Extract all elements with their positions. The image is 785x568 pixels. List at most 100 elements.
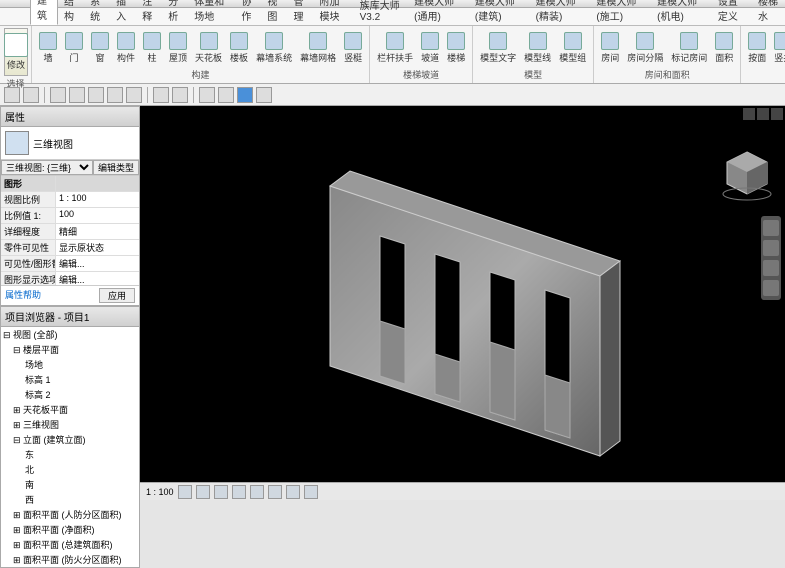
tree-item[interactable]: ⊞ 面积平面 (净面积) (1, 522, 139, 537)
open-button-1[interactable]: 竖井 (771, 30, 785, 66)
build-button-7[interactable]: 楼板 (227, 30, 251, 66)
tab-massing[interactable]: 体量和场地 (188, 0, 235, 25)
sb-reveal-icon[interactable] (304, 485, 318, 499)
qb-btn[interactable] (237, 87, 253, 103)
circ-button-1[interactable]: 坡道 (418, 30, 442, 66)
tab-family[interactable]: 族库大师V3.2 (354, 0, 409, 25)
steering-wheel-icon[interactable] (763, 220, 779, 236)
room-button-2[interactable]: 标记房间 (668, 30, 710, 66)
orbit-icon[interactable] (763, 280, 779, 296)
model-button-1[interactable]: 模型线 (521, 30, 554, 66)
build-button-4[interactable]: 柱 (140, 30, 164, 66)
sb-visual-icon[interactable] (196, 485, 210, 499)
qb-btn[interactable] (172, 87, 188, 103)
tree-item[interactable]: ⊟ 楼层平面 (1, 342, 139, 357)
close-icon[interactable] (771, 108, 783, 120)
modify-button[interactable]: 修改 (4, 28, 28, 76)
tree-item[interactable]: 标高 1 (1, 372, 139, 387)
qb-btn[interactable] (4, 87, 20, 103)
tab-systems[interactable]: 系统 (84, 0, 110, 25)
build-button-10[interactable]: 竖梃 (341, 30, 365, 66)
sb-detail-icon[interactable] (178, 485, 192, 499)
tab-bm4[interactable]: 建模大师 (施工) (590, 0, 651, 25)
prop-value[interactable]: 显示原状态 (56, 240, 139, 255)
sb-sun-icon[interactable] (214, 485, 228, 499)
viewport-3d[interactable]: 1 : 100 (140, 106, 785, 500)
qb-btn[interactable] (126, 87, 142, 103)
circ-button-2[interactable]: 楼梯 (444, 30, 468, 66)
build-button-9[interactable]: 幕墙网格 (297, 30, 339, 66)
qb-btn[interactable] (107, 87, 123, 103)
apply-button[interactable]: 应用 (99, 288, 135, 303)
qb-btn[interactable] (153, 87, 169, 103)
maximize-icon[interactable] (757, 108, 769, 120)
tree-item[interactable]: 标高 2 (1, 387, 139, 402)
prop-value[interactable]: 编辑... (56, 256, 139, 271)
prop-value[interactable]: 1 : 100 (56, 192, 139, 207)
prop-value[interactable]: 100 (56, 208, 139, 223)
sb-render-icon[interactable] (250, 485, 264, 499)
build-button-2[interactable]: 窗 (88, 30, 112, 66)
tree-item[interactable]: 场地 (1, 357, 139, 372)
prop-value[interactable]: 编辑... (56, 272, 139, 285)
tree-item[interactable]: ⊞ 面积平面 (总建筑面积) (1, 537, 139, 552)
tab-bm1[interactable]: 建模大师 (通用) (408, 0, 469, 25)
tab-stair[interactable]: 楼梯水 (752, 0, 785, 25)
tab-view[interactable]: 视图 (261, 0, 287, 25)
build-button-3[interactable]: 构件 (114, 30, 138, 66)
edit-type-button[interactable]: 编辑类型 (93, 160, 139, 175)
tree-item[interactable]: ⊟ 立面 (建筑立面) (1, 432, 139, 447)
tab-insert[interactable]: 插入 (110, 0, 136, 25)
view-cube[interactable] (719, 146, 775, 202)
tree-item[interactable]: ⊞ 面积平面 (人防分区面积) (1, 507, 139, 522)
sb-shadow-icon[interactable] (232, 485, 246, 499)
sb-crop-icon[interactable] (268, 485, 282, 499)
tree-item[interactable]: 东 (1, 447, 139, 462)
circ-button-0[interactable]: 栏杆扶手 (374, 30, 416, 66)
model-button-0[interactable]: 模型文字 (477, 30, 519, 66)
room-button-0[interactable]: 房间 (598, 30, 622, 66)
tree-item[interactable]: ⊞ 面积平面 (防火分区面积) (1, 552, 139, 567)
tab-structure[interactable]: 结构 (58, 0, 84, 25)
tab-addins[interactable]: 附加模块 (314, 0, 354, 25)
open-button-0[interactable]: 按面 (745, 30, 769, 66)
zoom-icon[interactable] (763, 260, 779, 276)
properties-help-link[interactable]: 属性帮助 (5, 288, 41, 303)
tab-manage[interactable]: 管理 (287, 0, 313, 25)
qb-btn[interactable] (199, 87, 215, 103)
room-button-3[interactable]: 面积 (712, 30, 736, 66)
tab-architecture[interactable]: 建筑 (30, 0, 58, 25)
model-button-2[interactable]: 模型组 (556, 30, 589, 66)
type-selector[interactable]: 三维视图: {三维} (1, 160, 93, 175)
qb-btn[interactable] (50, 87, 66, 103)
tab-setdef[interactable]: 设置定义 (712, 0, 752, 25)
qb-btn[interactable] (256, 87, 272, 103)
build-button-6[interactable]: 天花板 (192, 30, 225, 66)
tab-annotate[interactable]: 注释 (136, 0, 162, 25)
qb-btn[interactable] (23, 87, 39, 103)
pan-icon[interactable] (763, 240, 779, 256)
tree-item[interactable]: ⊞ 三维视图 (1, 417, 139, 432)
tree-item[interactable]: ⊞ 天花板平面 (1, 402, 139, 417)
qb-btn[interactable] (88, 87, 104, 103)
tree-item[interactable]: 南 (1, 477, 139, 492)
scale-display[interactable]: 1 : 100 (146, 487, 174, 497)
build-button-0[interactable]: 墙 (36, 30, 60, 66)
minimize-icon[interactable] (743, 108, 755, 120)
prop-value[interactable]: 精细 (56, 224, 139, 239)
build-button-5[interactable]: 屋顶 (166, 30, 190, 66)
build-button-1[interactable]: 门 (62, 30, 86, 66)
qb-btn[interactable] (218, 87, 234, 103)
tree-item[interactable]: 北 (1, 462, 139, 477)
tab-bm3[interactable]: 建模大师 (精装) (530, 0, 591, 25)
qb-btn[interactable] (69, 87, 85, 103)
tool-icon (39, 32, 57, 50)
sb-hide-icon[interactable] (286, 485, 300, 499)
tab-bm5[interactable]: 建模大师 (机电) (651, 0, 712, 25)
tab-bm2[interactable]: 建模大师 (建筑) (469, 0, 530, 25)
room-button-1[interactable]: 房间分隔 (624, 30, 666, 66)
tree-item[interactable]: ⊟ 视图 (全部) (1, 327, 139, 342)
build-button-8[interactable]: 幕墙系统 (253, 30, 295, 66)
tab-collab[interactable]: 协作 (235, 0, 261, 25)
tab-analyze[interactable]: 分析 (162, 0, 188, 25)
